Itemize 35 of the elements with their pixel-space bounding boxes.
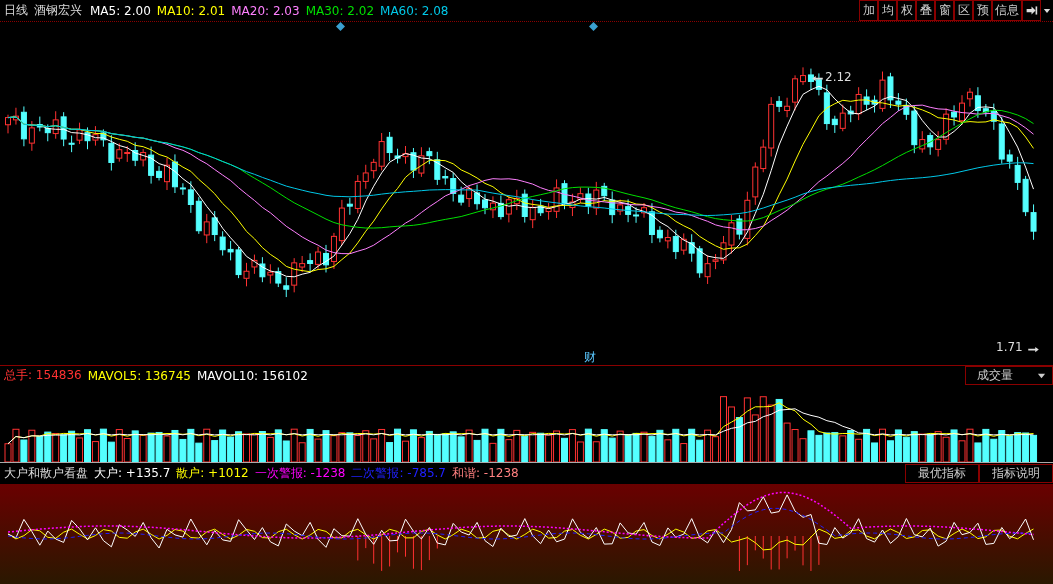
toolbar-button[interactable]: 加: [859, 0, 878, 21]
indicator-button[interactable]: 指标说明: [979, 464, 1053, 483]
toolbar-button[interactable]: 预: [973, 0, 992, 21]
indicator-reading: 大户: +135.7: [94, 465, 171, 482]
high-price-label: 2.12: [825, 70, 852, 84]
leader-arrow-icon: [812, 75, 823, 82]
diamond-marker-icon: [336, 22, 345, 31]
indicator-reading: 和谐: -1238: [452, 465, 519, 482]
indicator-reading: 散户: +1012: [176, 465, 249, 482]
toolbar-button[interactable]: 信息: [992, 0, 1022, 21]
volume-reading: MAVOL10: 156102: [196, 368, 308, 383]
diamond-marker-icon: [589, 22, 598, 31]
stock-name: 酒钢宏兴: [34, 2, 82, 19]
toolbar-button[interactable]: 权: [897, 0, 916, 21]
toolbar-button[interactable]: 均: [878, 0, 897, 21]
period-label: 日线: [4, 2, 28, 19]
volume-reading: MAVOL5: 136745: [87, 368, 191, 383]
indicator-button[interactable]: 最优指标: [905, 464, 979, 483]
ma-reading: MA10: 2.01: [156, 3, 226, 18]
toolbar-button[interactable]: 叠: [916, 0, 935, 21]
ma-reading: MA30: 2.02: [305, 3, 375, 18]
toolbar-button[interactable]: 窗: [935, 0, 954, 21]
indicator-dropdown[interactable]: 成交量: [965, 366, 1053, 385]
ma-reading: MA5: 2.00: [90, 3, 151, 18]
ma-reading: MA20: 2.03: [231, 3, 300, 18]
ma-reading: MA60: 2.08: [380, 3, 449, 18]
indicator-reading: 一次警报: -1238: [254, 465, 346, 482]
toolbar-button[interactable]: 区: [954, 0, 973, 21]
indicator-reading: 二次警报: -785.7: [351, 465, 446, 482]
low-price-label: 1.71: [996, 340, 1023, 354]
caret-icon: [1037, 371, 1046, 380]
event-marker: 财: [584, 349, 596, 366]
leader-arrow-icon: [1028, 346, 1039, 353]
volume-reading: 总手: 154836: [4, 367, 82, 384]
indicator-title: 大户和散户看盘: [4, 465, 88, 482]
